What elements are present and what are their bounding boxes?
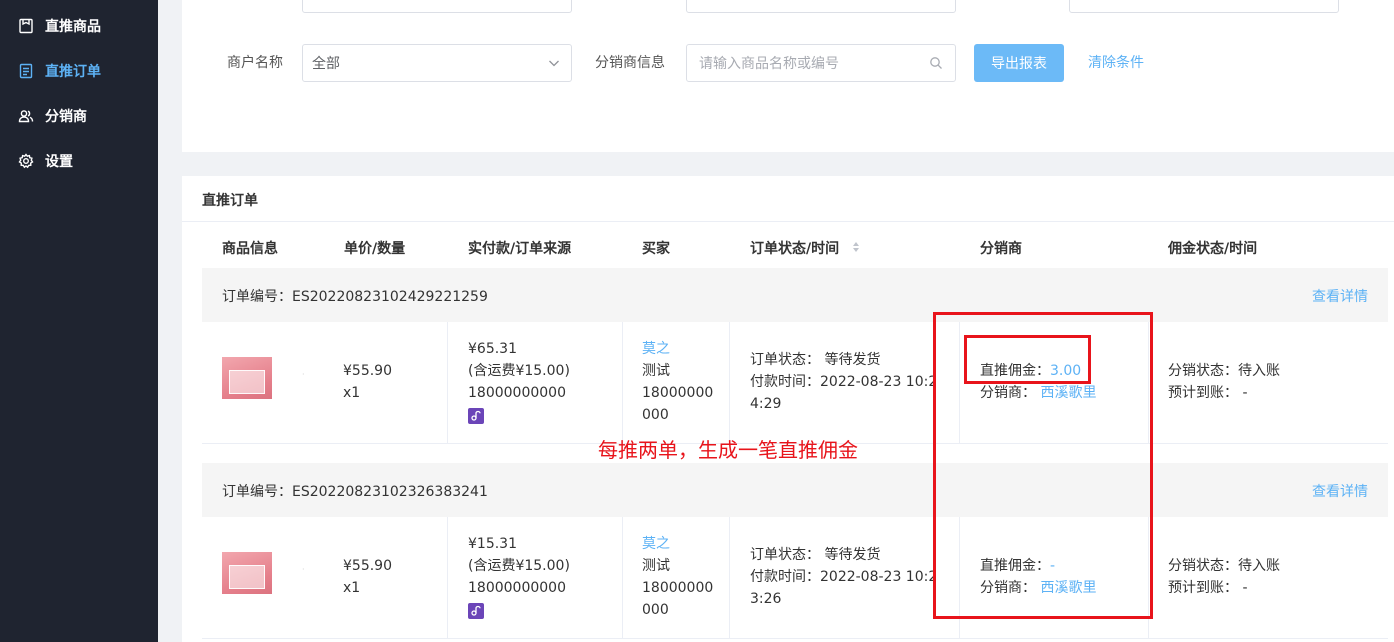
buyer-phone: 18000000 (642, 385, 714, 401)
paid-amount: ¥15.31 (468, 536, 517, 552)
sidebar: 直推商品 直推订单 分销商 设置 (0, 0, 158, 642)
search-icon (929, 56, 943, 70)
orders-panel: 直推订单 商品信息 单价/数量 实付款/订单来源 买家 订单状态/时间 分销商 … (182, 176, 1394, 642)
expected-arrival: 预计到账： - (1168, 385, 1248, 401)
order-source-icon (468, 405, 484, 427)
column-header-price-qty: 单价/数量 (344, 241, 406, 257)
sidebar-item-distributors[interactable]: 分销商 (0, 96, 158, 136)
distributor-search-input[interactable]: 请输入商品名称或编号 (686, 44, 956, 82)
source-phone: 18000000000 (468, 580, 566, 596)
annotation-commission-box (964, 335, 1091, 384)
unit-price: ¥55.90 (343, 363, 392, 379)
buyer-phone-cont: 000 (642, 407, 669, 423)
product-name-fragment: · (302, 370, 305, 379)
unit-price: ¥55.90 (343, 558, 392, 574)
order-status: 订单状态： 等待发货 (750, 547, 881, 563)
order-status: 订单状态： 等待发货 (750, 352, 881, 368)
distributor-search-placeholder: 请输入商品名称或编号 (699, 56, 839, 72)
order-source-icon (468, 600, 484, 622)
filter-select-top-1[interactable] (302, 0, 572, 13)
source-phone: 18000000000 (468, 385, 566, 401)
column-header-product: 商品信息 (222, 241, 278, 257)
order-number: 订单编号：ES20220823102326383241 (222, 484, 488, 500)
buyer-note: 测试 (642, 558, 670, 574)
buyer-name[interactable]: 莫之 (642, 338, 670, 360)
order-number: 订单编号：ES20220823102429221259 (222, 289, 488, 305)
column-header-distributor: 分销商 (980, 241, 1022, 257)
column-header-payment-source: 实付款/订单来源 (468, 241, 572, 257)
buyer-phone-cont: 000 (642, 602, 669, 618)
product-name-fragment: · (302, 565, 305, 574)
column-header-label: 订单状态/时间 (750, 241, 840, 257)
pay-time-cont: 4:29 (750, 396, 782, 412)
sidebar-item-label: 直推商品 (45, 19, 101, 35)
sidebar-item-settings[interactable]: 设置 (0, 141, 158, 181)
filter-select-top-3[interactable] (1069, 0, 1339, 13)
divider (182, 221, 1394, 222)
sort-icon[interactable] (852, 241, 860, 257)
pay-time: 付款时间：2022-08-23 10:2 (750, 374, 938, 390)
product-thumbnail[interactable] (222, 552, 272, 602)
paid-amount: ¥65.31 (468, 341, 517, 357)
merchant-select[interactable]: 全部 (302, 44, 572, 82)
column-header-buyer: 买家 (642, 241, 670, 257)
chevron-down-icon (547, 56, 561, 70)
clear-filters-link[interactable]: 清除条件 (1088, 52, 1144, 72)
buyer-phone: 18000000 (642, 580, 714, 596)
shipping-fee: (含运费¥15.00) (468, 363, 570, 379)
order-row: · ¥55.90 x1 ¥65.31 (含运费¥15.00) 180000000… (202, 322, 1388, 444)
quantity: x1 (343, 385, 361, 401)
users-icon (18, 108, 34, 124)
pay-time-cont: 3:26 (750, 591, 782, 607)
order-header: 订单编号：ES20220823102429221259 查看详情 (202, 268, 1388, 322)
view-details-link[interactable]: 查看详情 (1312, 481, 1368, 501)
box-icon (18, 18, 34, 34)
commission-status: 分销状态：待入账 (1168, 558, 1280, 574)
order-header: 订单编号：ES20220823102326383241 查看详情 (202, 463, 1388, 517)
column-header-commission-status: 佣金状态/时间 (1168, 241, 1258, 257)
view-details-link[interactable]: 查看详情 (1312, 286, 1368, 306)
quantity: x1 (343, 580, 361, 596)
sidebar-item-direct-orders[interactable]: 直推订单 (0, 51, 158, 91)
sidebar-item-label: 设置 (45, 154, 73, 170)
annotation-text: 每推两单，生成一笔直推佣金 (598, 438, 858, 462)
merchant-label: 商户名称 (227, 55, 283, 71)
column-header-order-status[interactable]: 订单状态/时间 (750, 238, 860, 258)
sidebar-item-label: 直推订单 (45, 64, 101, 80)
sidebar-item-label: 分销商 (45, 109, 87, 125)
section-title: 直推订单 (202, 193, 258, 209)
document-icon (18, 63, 34, 79)
pay-time: 付款时间：2022-08-23 10:2 (750, 569, 938, 585)
sidebar-item-direct-products[interactable]: 直推商品 (0, 6, 158, 46)
expected-arrival: 预计到账： - (1168, 580, 1248, 596)
product-thumbnail[interactable] (222, 357, 272, 407)
buyer-note: 测试 (642, 363, 670, 379)
buyer-name[interactable]: 莫之 (642, 533, 670, 555)
filter-select-top-2[interactable] (686, 0, 956, 13)
commission-status: 分销状态：待入账 (1168, 363, 1280, 379)
distributor-info-label: 分销商信息 (595, 55, 665, 71)
gear-icon (18, 153, 34, 169)
shipping-fee: (含运费¥15.00) (468, 558, 570, 574)
filter-panel: 商户名称 全部 分销商信息 请输入商品名称或编号 导出报表 清除条件 (182, 0, 1394, 152)
merchant-select-value: 全部 (312, 56, 340, 72)
export-report-button[interactable]: 导出报表 (974, 44, 1064, 82)
order-row: · ¥55.90 x1 ¥15.31 (含运费¥15.00) 180000000… (202, 517, 1388, 639)
